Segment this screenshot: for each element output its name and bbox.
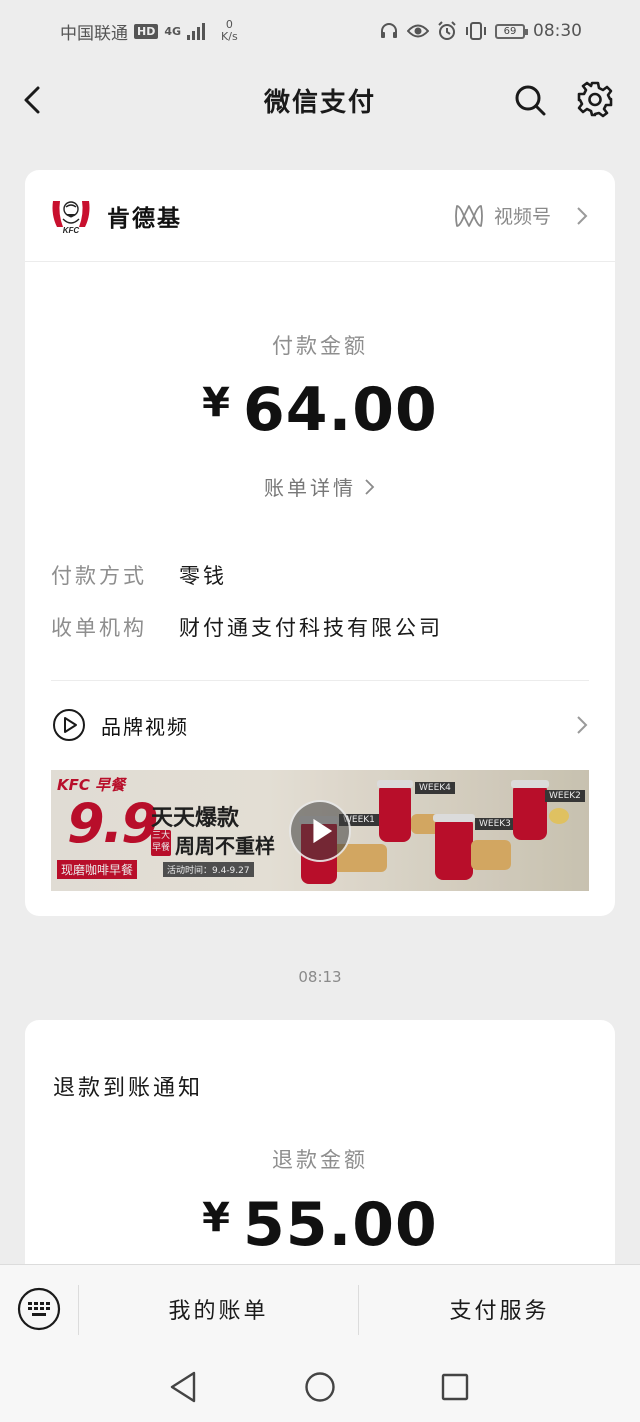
- payment-card: KFC 肯德基 视频号 付款金额 ¥64.00 账单详情 付款方式 零钱 收单机…: [25, 170, 615, 916]
- vibrate-icon: [466, 22, 486, 40]
- payment-amount-value: 64.00: [243, 375, 438, 445]
- battery-icon: 69: [495, 23, 528, 39]
- payment-method-row: 付款方式 零钱: [51, 560, 227, 590]
- payment-method-key: 付款方式: [51, 564, 147, 588]
- payment-amount: ¥64.00: [25, 375, 615, 445]
- headphone-icon: [381, 23, 397, 38]
- payment-method-value: 零钱: [179, 564, 227, 588]
- chevron-right-icon: [365, 478, 375, 495]
- brand-video-banner[interactable]: KFC 早餐 9.9 现磨咖啡早餐 活动时间：9.4-9.27 天天爆款 三大早…: [51, 770, 589, 891]
- gear-icon[interactable]: [576, 81, 614, 119]
- kfc-logo: KFC: [52, 200, 90, 235]
- nav-bar: 微信支付: [0, 62, 640, 138]
- search-icon[interactable]: [512, 82, 548, 118]
- bottom-menu-bar: 我的账单 支付服务: [0, 1264, 640, 1352]
- kfc-logo-text: KFC: [63, 226, 80, 235]
- nav-home-circle-icon[interactable]: [304, 1371, 336, 1403]
- acquirer-row: 收单机构 财付通支付科技有限公司: [51, 612, 443, 642]
- network-speed-unit: K/s: [221, 30, 238, 43]
- brand-video-label: 品牌视频: [101, 714, 189, 739]
- chevron-right-icon: [577, 716, 588, 734]
- system-navigation-bar: [0, 1352, 640, 1422]
- refund-amount-value: 55.00: [243, 1190, 438, 1260]
- channels-icon: [455, 204, 483, 227]
- brand-video-row[interactable]: 品牌视频: [51, 705, 589, 745]
- signal-icon: [187, 22, 206, 40]
- acquirer-key: 收单机构: [51, 616, 147, 640]
- eye-icon: [407, 24, 429, 38]
- video-play-icon[interactable]: [289, 800, 351, 862]
- play-circle-icon: [53, 709, 85, 741]
- refund-card: 退款到账通知 退款金额 ¥55.00: [25, 1020, 615, 1280]
- status-bar: 中国联通 HD 4G 0 K/s 69 08:30: [0, 0, 640, 62]
- network-speed: 0 K/s: [221, 19, 238, 43]
- my-bills-button[interactable]: 我的账单: [79, 1265, 358, 1353]
- bill-detail-label: 账单详情: [264, 476, 356, 500]
- payment-amount-label: 付款金额: [272, 334, 368, 358]
- bill-detail-link[interactable]: 账单详情: [25, 472, 615, 501]
- merchant-header[interactable]: KFC 肯德基 视频号: [25, 170, 615, 262]
- merchant-name: 肯德基: [107, 205, 182, 232]
- channels-link[interactable]: 视频号: [454, 202, 589, 229]
- message-timestamp: 08:13: [298, 968, 342, 986]
- acquirer-value: 财付通支付科技有限公司: [179, 616, 443, 640]
- refund-title: 退款到账通知: [53, 1076, 204, 1101]
- clock: 08:30: [533, 21, 582, 41]
- currency-symbol: ¥: [202, 1195, 232, 1241]
- channels-label: 视频号: [493, 206, 551, 228]
- nav-recents-square-icon[interactable]: [441, 1373, 469, 1401]
- battery-level: 69: [503, 25, 517, 37]
- chevron-right-icon: [577, 206, 588, 225]
- refund-amount-label: 退款金额: [272, 1148, 368, 1172]
- alarm-icon: [438, 21, 456, 40]
- currency-symbol: ¥: [202, 380, 232, 426]
- divider: [51, 680, 589, 681]
- refund-amount: ¥55.00: [25, 1190, 615, 1260]
- carrier-label: 中国联通: [60, 23, 128, 44]
- network-type: 4G: [164, 24, 182, 38]
- payment-services-button[interactable]: 支付服务: [359, 1265, 640, 1353]
- keyboard-icon[interactable]: [17, 1287, 61, 1331]
- hd-badge: HD: [134, 23, 159, 39]
- nav-back-triangle-icon[interactable]: [168, 1370, 198, 1404]
